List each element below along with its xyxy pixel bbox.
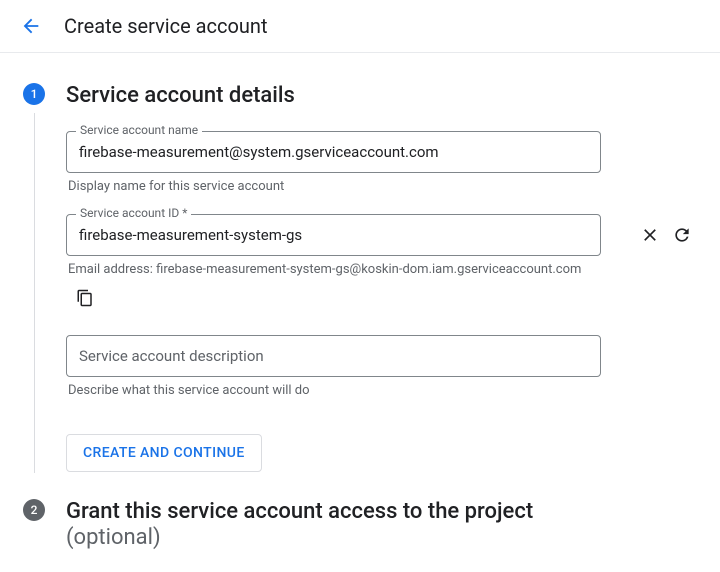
service-account-description-input[interactable] xyxy=(66,335,601,377)
back-arrow-icon[interactable] xyxy=(20,15,42,37)
step-indicator-1: 1 xyxy=(20,83,48,473)
create-and-continue-button[interactable]: CREATE AND CONTINUE xyxy=(66,434,262,472)
email-address-line: Email address: firebase-measurement-syst… xyxy=(66,262,700,277)
copy-icon[interactable] xyxy=(76,289,94,307)
step-1: 1 Service account details Service accoun… xyxy=(20,83,700,473)
step-connector-line xyxy=(34,113,35,473)
step-2-title-text: Grant this service account access to the… xyxy=(66,499,533,524)
page-title: Create service account xyxy=(64,14,268,38)
step-2-title: Grant this service account access to the… xyxy=(66,499,700,552)
service-account-description-field xyxy=(66,335,700,377)
page-header: Create service account xyxy=(0,0,720,53)
step-1-body: Service account details Service account … xyxy=(66,83,700,472)
step-1-title: Service account details xyxy=(66,83,700,109)
name-label: Service account name xyxy=(76,123,202,137)
id-input-icons xyxy=(640,225,692,245)
service-account-name-input[interactable] xyxy=(66,131,601,173)
name-helper: Display name for this service account xyxy=(66,179,700,194)
copy-row xyxy=(66,289,700,311)
step-2-body: Grant this service account access to the… xyxy=(66,499,700,552)
refresh-icon[interactable] xyxy=(672,225,692,245)
service-account-name-field: Service account name xyxy=(66,131,700,173)
content: 1 Service account details Service accoun… xyxy=(0,53,720,572)
email-prefix: Email address: xyxy=(68,262,156,277)
service-account-id-input[interactable] xyxy=(66,214,601,256)
clear-icon[interactable] xyxy=(640,225,660,245)
step-2-optional: (optional) xyxy=(66,525,161,550)
service-account-id-field: Service account ID * xyxy=(66,214,700,256)
description-helper: Describe what this service account will … xyxy=(66,383,700,398)
id-label: Service account ID * xyxy=(76,206,191,220)
step-2-badge: 2 xyxy=(23,499,45,521)
email-value: firebase-measurement-system-gs@koskin-do… xyxy=(156,262,581,277)
step-indicator-2: 2 xyxy=(20,499,48,521)
step-2: 2 Grant this service account access to t… xyxy=(20,499,700,552)
step-1-badge: 1 xyxy=(23,83,45,105)
